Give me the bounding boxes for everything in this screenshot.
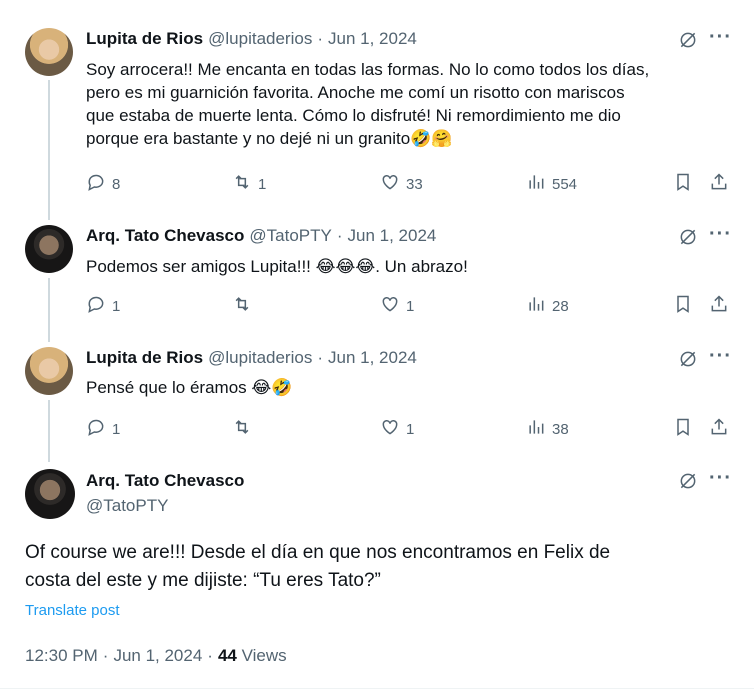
views-stat[interactable]: 44 Views <box>218 646 287 666</box>
views-icon <box>526 172 546 196</box>
like-button[interactable]: 1 <box>380 417 414 441</box>
author-handle[interactable]: @TatoPTY <box>249 226 331 246</box>
share-icon[interactable] <box>709 417 729 442</box>
like-count: 1 <box>406 420 415 438</box>
grok-icon[interactable] <box>678 349 698 374</box>
like-button[interactable]: 33 <box>380 172 423 196</box>
repost-button[interactable]: 1 <box>232 172 266 196</box>
grok-icon[interactable] <box>678 227 698 252</box>
tweet-text-line: pero es mi guarnición favorita. Anoche m… <box>86 83 625 102</box>
separator: · <box>207 646 213 665</box>
repost-button[interactable] <box>232 417 258 441</box>
tweet-date[interactable]: Jun 1, 2024 <box>113 646 202 666</box>
repost-count: 1 <box>258 175 267 193</box>
repost-icon <box>232 172 252 196</box>
share-icon[interactable] <box>709 172 729 197</box>
repost-icon <box>232 417 252 441</box>
tweet-text-line: que estaba de muerte lenta. Cómo lo disf… <box>86 106 621 125</box>
more-icon[interactable]: ··· <box>709 26 732 49</box>
more-icon[interactable]: ··· <box>709 223 732 246</box>
share-icon[interactable] <box>709 294 729 319</box>
reply-count: 1 <box>112 420 121 438</box>
reply-button[interactable]: 1 <box>86 417 120 441</box>
tweet-text-line: Soy arrocera!! Me encanta en todas las f… <box>86 60 650 79</box>
reply-icon <box>86 417 106 441</box>
author-handle[interactable]: @lupitaderios <box>208 348 312 368</box>
reply-icon <box>86 172 106 196</box>
avatar[interactable] <box>25 347 73 395</box>
reply-count: 1 <box>112 297 121 315</box>
author-handle[interactable]: @lupitaderios <box>208 29 312 49</box>
author-name[interactable]: Arq. Tato Chevasco <box>86 471 244 491</box>
views-icon <box>526 294 546 318</box>
repost-button[interactable] <box>232 294 258 318</box>
bookmark-icon[interactable] <box>673 172 693 197</box>
views-icon <box>526 417 546 441</box>
tweet-text-line: Pensé que lo éramos 😂🤣 <box>86 378 293 397</box>
like-count: 33 <box>406 175 423 193</box>
tweet-time[interactable]: 12:30 PM <box>25 646 98 666</box>
like-icon <box>380 417 400 441</box>
separator: · <box>336 226 343 245</box>
thread-line <box>48 80 50 220</box>
thread-line <box>48 278 50 342</box>
author-name[interactable]: Lupita de Rios <box>86 348 203 368</box>
reply-button[interactable]: 8 <box>86 172 120 196</box>
thread-line <box>48 400 50 462</box>
tweet-text-line: porque era bastante y no dejé ni un gran… <box>86 129 453 148</box>
separator: · <box>102 646 109 665</box>
views-button[interactable]: 554 <box>526 172 577 196</box>
divider <box>0 688 754 689</box>
reply-icon <box>86 294 106 318</box>
author-handle[interactable]: @TatoPTY <box>86 496 168 516</box>
views-count: 28 <box>552 297 569 315</box>
like-count: 1 <box>406 297 415 315</box>
author-name[interactable]: Lupita de Rios <box>86 29 203 49</box>
like-icon <box>380 294 400 318</box>
tweet-text-line: Podemos ser amigos Lupita!!! 😂😂😂. Un abr… <box>86 257 468 276</box>
more-icon[interactable]: ··· <box>709 345 732 368</box>
tweet-date[interactable]: Jun 1, 2024 <box>328 29 417 49</box>
like-button[interactable]: 1 <box>380 294 414 318</box>
bookmark-icon[interactable] <box>673 417 693 442</box>
views-button[interactable]: 28 <box>526 294 569 318</box>
tweet-date[interactable]: Jun 1, 2024 <box>348 226 437 246</box>
translate-post-link[interactable]: Translate post <box>25 602 120 619</box>
bookmark-icon[interactable] <box>673 294 693 319</box>
repost-icon <box>232 294 252 318</box>
separator: · <box>317 29 323 48</box>
grok-icon[interactable] <box>678 471 698 496</box>
avatar[interactable] <box>25 225 73 273</box>
like-icon <box>380 172 400 196</box>
tweet-text-line: Of course we are!!! Desde el día en que … <box>25 542 611 563</box>
tweet-text-line: costa del este y me dijiste: “Tu eres Ta… <box>25 570 381 591</box>
views-count: 38 <box>552 420 569 438</box>
views-count: 554 <box>552 175 578 193</box>
author-name[interactable]: Arq. Tato Chevasco <box>86 226 244 246</box>
separator: · <box>317 348 323 367</box>
avatar[interactable] <box>25 469 75 519</box>
views-count: 44 <box>217 646 237 665</box>
more-icon[interactable]: ··· <box>709 467 732 490</box>
views-button[interactable]: 38 <box>526 417 569 441</box>
tweet-date[interactable]: Jun 1, 2024 <box>328 348 417 368</box>
avatar[interactable] <box>25 28 73 76</box>
views-label: Views <box>241 646 287 665</box>
reply-count: 8 <box>112 175 121 193</box>
reply-button[interactable]: 1 <box>86 294 120 318</box>
grok-icon[interactable] <box>678 30 698 55</box>
